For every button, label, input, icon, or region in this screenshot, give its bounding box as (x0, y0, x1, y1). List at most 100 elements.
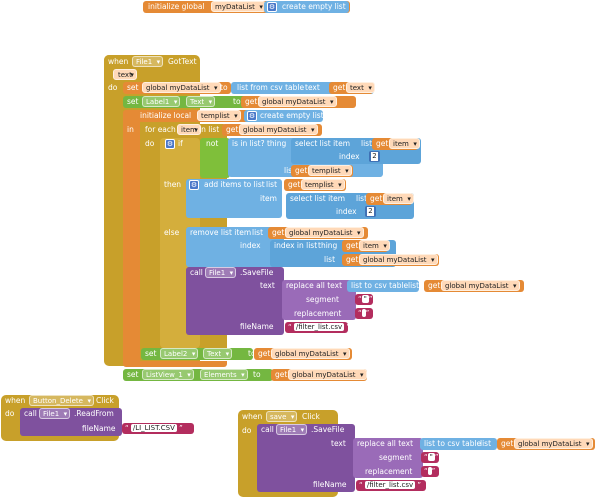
gear-icon[interactable]: ⚙ (247, 111, 257, 121)
number-value[interactable]: 2 (371, 152, 378, 161)
replacement-string[interactable]: “” (421, 466, 439, 477)
component-dropdown[interactable]: File1 (276, 424, 308, 435)
get-global-block[interactable]: get global myDataList (222, 124, 322, 136)
replace-all-block[interactable]: replace all text segment replacement (282, 280, 356, 320)
get-var-dropdown[interactable]: global myDataList (441, 280, 520, 291)
in-label: in (127, 125, 134, 134)
global-var-name[interactable]: myDataList (211, 1, 266, 12)
get-global-block[interactable]: get global myDataList (254, 348, 352, 360)
method-label: .SaveFile (311, 425, 345, 434)
replacement-value[interactable] (361, 309, 366, 317)
filename-string[interactable]: “ /filter_list.csv ” (285, 322, 350, 333)
set-label: set (127, 97, 139, 106)
replacement-label: replacement (294, 309, 342, 318)
gear-icon[interactable]: ⚙ (189, 180, 199, 190)
filename-value[interactable]: /filter_list.csv (293, 323, 345, 331)
method-label: .SaveFile (240, 268, 274, 277)
set-label1-block[interactable]: set Label1 Text to (123, 96, 247, 108)
to-label: to (220, 83, 228, 92)
number-block[interactable]: 2 (369, 151, 380, 162)
get-var-dropdown[interactable]: global myDataList (285, 227, 364, 238)
segment-string[interactable]: “"” (355, 294, 373, 305)
get-templist-block[interactable]: get templist (291, 165, 353, 177)
segment-value[interactable]: " (427, 453, 435, 461)
get-templist-block[interactable]: get templist (284, 179, 346, 191)
get-global-block[interactable]: get global myDataList (497, 438, 595, 450)
get-var-dropdown[interactable]: item (383, 193, 414, 204)
property-dropdown[interactable]: Text (186, 96, 216, 107)
gear-icon[interactable]: ⚙ (165, 139, 175, 149)
get-item-block[interactable]: get item (372, 138, 420, 150)
create-empty-list-block[interactable]: ⚙ create empty list (244, 110, 324, 122)
number-value[interactable]: 2 (367, 207, 374, 216)
list-label: list (252, 228, 264, 237)
index-label: index (240, 241, 261, 250)
call-label: call (261, 425, 274, 434)
get-global-block[interactable]: get global myDataList (424, 280, 524, 292)
call-savefile-block[interactable]: call File1 .SaveFile text fileName (257, 424, 355, 492)
when-label: when (5, 396, 26, 405)
get-var-dropdown[interactable]: item (359, 240, 390, 251)
create-empty-list-block[interactable]: ⚙ create empty list (264, 1, 349, 13)
get-global-block[interactable]: get global myDataList (268, 227, 368, 239)
index-label: index (336, 207, 357, 216)
property-dropdown[interactable]: Elements (200, 369, 248, 380)
call-savefile-block[interactable]: call File1 .SaveFile text fileName (186, 267, 284, 335)
get-var-dropdown[interactable]: templist (308, 165, 352, 176)
create-empty-list-label: create empty list (260, 111, 324, 120)
replacement-value[interactable] (427, 467, 432, 475)
set-listview-block[interactable]: set ListView_1 Elements to (123, 369, 273, 381)
segment-string[interactable]: “"” (421, 452, 439, 463)
number-block[interactable]: 2 (365, 206, 376, 217)
get-global-block[interactable]: get global myDataList (342, 254, 439, 266)
get-var-dropdown[interactable]: item (389, 138, 420, 149)
filename-value[interactable]: /filter_list.csv (364, 481, 416, 489)
get-var-dropdown[interactable]: global myDataList (239, 124, 318, 135)
call-readfrom-block[interactable]: call File1 .ReadFrom fileName (20, 408, 122, 436)
replacement-string[interactable]: “” (355, 308, 373, 319)
get-item-block[interactable]: get item (342, 240, 390, 252)
component-dropdown[interactable]: ListView_1 (142, 369, 194, 380)
set-label2-block[interactable]: set Label2 Text to (141, 348, 256, 360)
filename-string[interactable]: “ /LI_LIST.CSV ” (122, 423, 194, 434)
get-var-dropdown[interactable]: text (346, 82, 375, 93)
get-label: get (376, 139, 389, 148)
get-var-dropdown[interactable]: global myDataList (271, 348, 350, 359)
get-label: get (370, 194, 383, 203)
get-var-dropdown[interactable]: global myDataList (258, 96, 337, 107)
then-label: then (164, 180, 182, 189)
event-component[interactable]: Button_Delete (29, 395, 94, 406)
event-name: Click (96, 396, 114, 405)
filename-value[interactable]: /LI_LIST.CSV (130, 424, 177, 432)
item-var[interactable]: item (177, 124, 201, 135)
component-dropdown[interactable]: Label1 (142, 96, 181, 107)
init-local-block[interactable]: ⚙ initialize local templist to (123, 110, 254, 122)
segment-value[interactable]: " (361, 295, 369, 303)
get-var-dropdown[interactable]: templist (301, 179, 345, 190)
get-global-block[interactable]: get global myDataList (241, 96, 356, 108)
event-param-text[interactable]: text (113, 69, 137, 80)
local-var-name[interactable]: templist (197, 110, 241, 121)
replace-all-block[interactable]: replace all text segment replacement (353, 438, 423, 478)
event-component[interactable]: save (266, 411, 298, 422)
segment-label: segment (306, 295, 339, 304)
event-component[interactable]: File1 (132, 56, 164, 67)
get-var-dropdown[interactable]: global myDataList (514, 438, 593, 449)
component-dropdown[interactable]: Label2 (160, 348, 199, 359)
get-item-block[interactable]: get item (366, 193, 414, 205)
get-var-dropdown[interactable]: global myDataList (359, 254, 438, 265)
get-global-block[interactable]: get global myDataList (271, 369, 367, 381)
component-dropdown[interactable]: File1 (39, 408, 71, 419)
list-to-csv-label: list to csv table (351, 281, 409, 290)
do-label: do (145, 139, 155, 148)
filename-string[interactable]: “ /filter_list.csv ” (356, 480, 426, 491)
not-block[interactable]: not (200, 138, 230, 178)
set-global-block[interactable]: set global myDataList to (123, 82, 231, 94)
property-dropdown[interactable]: Text (203, 348, 233, 359)
gear-icon[interactable]: ⚙ (267, 2, 277, 12)
set-var-dropdown[interactable]: global myDataList (142, 82, 221, 93)
get-text-block[interactable]: get text (329, 82, 375, 94)
component-dropdown[interactable]: File1 (205, 267, 237, 278)
filename-label: fileName (313, 480, 347, 489)
get-var-dropdown[interactable]: global myDataList (288, 369, 367, 380)
